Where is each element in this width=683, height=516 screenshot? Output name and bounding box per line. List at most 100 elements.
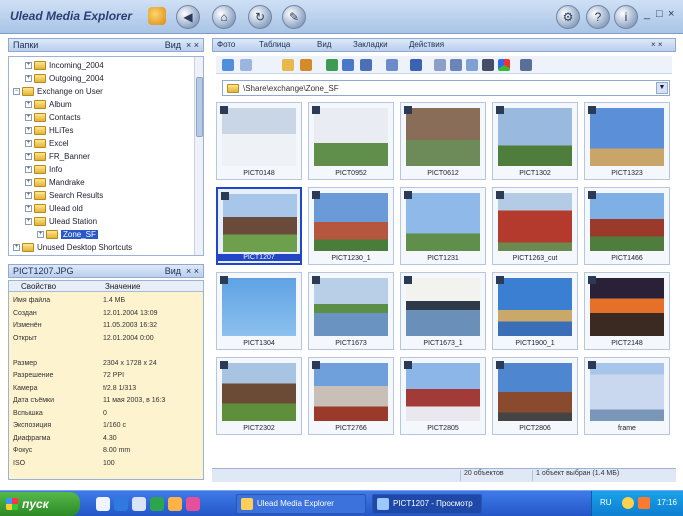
folder-icon[interactable] — [168, 497, 182, 511]
thumbnail-item[interactable]: PICT1673 — [308, 272, 394, 350]
print-icon[interactable] — [466, 59, 478, 71]
thumbnail-item[interactable]: PICT1231 — [400, 187, 486, 265]
expand-icon[interactable]: + — [25, 218, 32, 226]
back-icon[interactable]: ◀ — [176, 5, 200, 29]
thumbnail-item[interactable]: PICT2302 — [216, 357, 302, 435]
tab-table[interactable]: Таблица — [259, 39, 290, 51]
expand-icon[interactable]: + — [25, 153, 32, 161]
thumbnail-item[interactable]: PICT1230_1 — [308, 187, 394, 265]
new-folder-icon[interactable] — [300, 59, 312, 71]
folder-tree-item[interactable]: − Exchange on User — [13, 87, 103, 99]
folder-tree-item[interactable]: + FR_Banner — [25, 152, 90, 164]
thumbnail-item[interactable]: PICT2148 — [584, 272, 670, 350]
move-icon[interactable] — [342, 59, 354, 71]
filter-icon[interactable] — [410, 59, 422, 71]
tab-view[interactable]: Вид — [317, 39, 331, 51]
thumbnail-item[interactable]: PICT0952 — [308, 102, 394, 180]
expand-icon[interactable]: + — [25, 101, 32, 109]
expand-icon[interactable]: + — [25, 75, 32, 83]
thumbnail-item[interactable]: PICT1900_1 — [492, 272, 578, 350]
app-icon[interactable] — [186, 497, 200, 511]
folder-tree-item[interactable]: + Ulead Station — [25, 217, 97, 229]
color-icon[interactable] — [498, 59, 510, 71]
thumbnail-item[interactable]: frame — [584, 357, 670, 435]
search-icon[interactable] — [434, 59, 446, 71]
expand-icon[interactable]: + — [25, 62, 32, 70]
thumbnail-item[interactable]: PICT1302 — [492, 102, 578, 180]
folder-tree-item[interactable]: + Incoming_2004 — [25, 61, 104, 73]
explorer-icon[interactable] — [132, 497, 146, 511]
folder-tree-item[interactable]: + Contacts — [25, 113, 81, 125]
tab-photo[interactable]: Фото — [217, 39, 235, 51]
minimize-icon[interactable]: _ — [644, 8, 650, 20]
thumbnail-item[interactable]: PICT0148 — [216, 102, 302, 180]
pane-close-icon[interactable]: × × — [186, 39, 199, 51]
pane-close-icon[interactable]: × × — [651, 39, 663, 51]
expand-icon[interactable]: + — [25, 140, 32, 148]
info-icon[interactable]: i — [614, 5, 638, 29]
thumbnail-item[interactable]: PICT1673_1 — [400, 272, 486, 350]
start-button[interactable]: пуск — [0, 492, 80, 516]
folder-tree-item[interactable]: + Excel — [25, 139, 69, 151]
media-icon[interactable] — [150, 497, 164, 511]
folder-tree[interactable]: + Incoming_2004 + Outgoing_2004 − Exchange on… — [8, 56, 204, 256]
browser-icon[interactable] — [114, 497, 128, 511]
folder-tree-item[interactable]: + Ulead old — [25, 204, 83, 216]
thumbnail-item[interactable]: PICT1323 — [584, 102, 670, 180]
thumbnail-item[interactable]: PICT1466 — [584, 187, 670, 265]
tools-icon[interactable]: ✎ — [282, 5, 306, 29]
back-arrow-icon[interactable] — [222, 59, 234, 71]
settings-icon[interactable]: ⚙ — [556, 5, 580, 29]
expand-icon[interactable]: + — [25, 179, 32, 187]
collapse-icon[interactable]: − — [13, 88, 20, 96]
help-icon[interactable]: ? — [586, 5, 610, 29]
folder-tree-scrollbar[interactable] — [194, 57, 203, 255]
expand-icon[interactable]: + — [25, 127, 32, 135]
forward-arrow-icon[interactable] — [240, 59, 252, 71]
folder-tree-item[interactable]: + HLiTes — [25, 126, 73, 138]
chevron-down-icon[interactable]: ▼ — [656, 82, 668, 94]
thumbnail-item[interactable]: PICT1304 — [216, 272, 302, 350]
taskbar-task-explorer[interactable]: Ulead Media Explorer — [236, 494, 366, 514]
taskbar-task-viewer[interactable]: PICT1207 - Просмотр — [372, 494, 482, 514]
thumbnail-item[interactable]: PICT2805 — [400, 357, 486, 435]
expand-icon[interactable]: + — [25, 205, 32, 213]
refresh-icon[interactable]: ↻ — [248, 5, 272, 29]
desktop-icon[interactable] — [96, 497, 110, 511]
network-icon[interactable] — [638, 497, 650, 509]
thumbnail-item[interactable]: PICT1263_cut — [492, 187, 578, 265]
expand-icon[interactable]: + — [13, 244, 20, 252]
thumbnail-item[interactable]: PICT2806 — [492, 357, 578, 435]
folder-tree-item[interactable]: + Album — [25, 100, 72, 112]
folder-tree-item[interactable]: + Search Results — [25, 191, 103, 203]
maximize-icon[interactable]: □ — [656, 8, 663, 20]
expand-icon[interactable]: + — [25, 192, 32, 200]
thumbnail-item[interactable]: PICT2766 — [308, 357, 394, 435]
expand-icon[interactable]: + — [25, 166, 32, 174]
thumbnail-item[interactable]: PICT1207 — [216, 187, 302, 265]
folders-view-menu[interactable]: Вид — [165, 39, 181, 51]
copy-icon[interactable] — [326, 59, 338, 71]
folder-tree-item[interactable]: + Mandrake — [25, 178, 85, 190]
volume-icon[interactable] — [622, 497, 634, 509]
zoom-icon[interactable] — [450, 59, 462, 71]
folder-tree-item[interactable]: + Unused Desktop Shortcuts — [13, 243, 132, 255]
folder-tree-item[interactable]: + Outgoing_2004 — [25, 74, 104, 86]
info-view-menu[interactable]: Вид — [165, 265, 181, 277]
language-indicator[interactable]: RU — [600, 498, 612, 507]
sort-icon[interactable] — [386, 59, 398, 71]
tab-bookmarks[interactable]: Закладки — [353, 39, 388, 51]
slideshow-icon[interactable] — [482, 59, 494, 71]
tab-actions[interactable]: Действия — [409, 39, 444, 51]
grid-icon[interactable] — [520, 59, 532, 71]
close-icon[interactable]: × — [668, 8, 674, 20]
view-mode-icon[interactable] — [360, 59, 372, 71]
expand-icon[interactable]: + — [37, 231, 44, 239]
address-bar[interactable]: \Share\exchange\Zone_SF ▼ — [222, 80, 670, 96]
folder-tree-item[interactable]: + Info — [25, 165, 62, 177]
home-icon[interactable]: ⌂ — [212, 5, 236, 29]
pane-close-icon[interactable]: × × — [186, 265, 199, 277]
folder-tree-item[interactable]: + Zone_SF — [37, 230, 98, 242]
thumbnail-item[interactable]: PICT0612 — [400, 102, 486, 180]
folder-up-icon[interactable] — [282, 59, 294, 71]
